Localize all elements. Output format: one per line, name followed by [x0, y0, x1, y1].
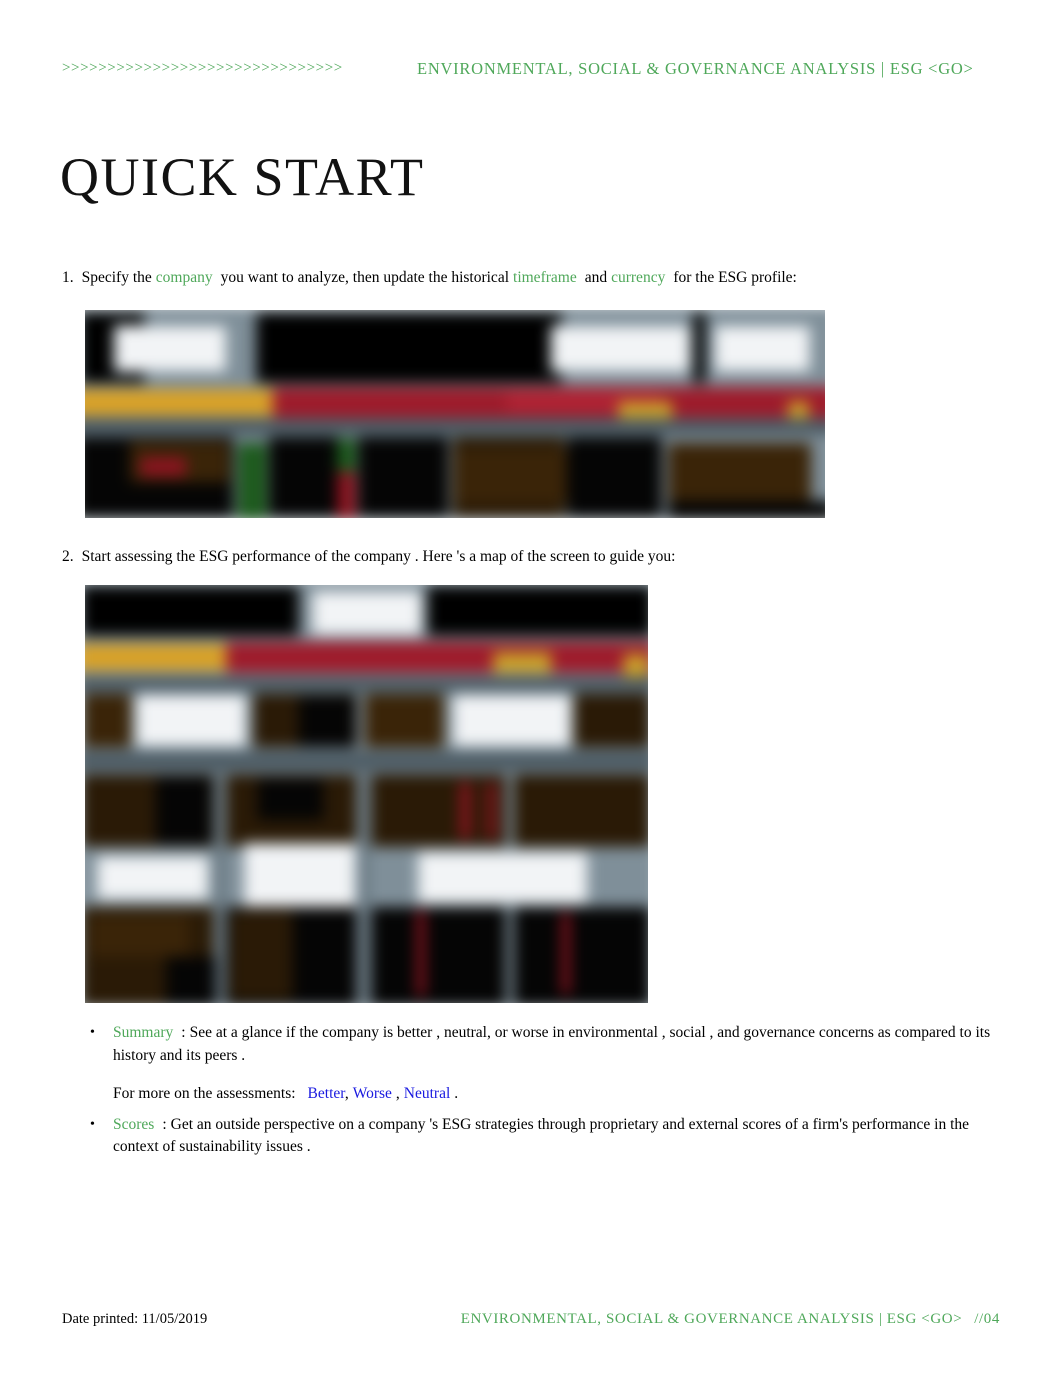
step-number: 1. [62, 269, 74, 286]
assessments-note: For more on the assessments: Better, Worse… [88, 1083, 998, 1106]
link-sep-2: , [395, 1085, 400, 1102]
assessments-period: . [454, 1085, 459, 1102]
bullet-dot-icon: • [90, 1025, 95, 1040]
step-number: 2. [62, 548, 74, 565]
footer-date-printed: Date printed: 11/05/2019 [62, 1311, 208, 1327]
bullet-label-summary: Summary [113, 1024, 174, 1041]
bullet-list: • Summary: See at a glance if the company … [88, 1022, 998, 1159]
figure-terminal-screenshot-2 [85, 585, 648, 1003]
bullet-item-scores: • Scores: Get an outside perspective on a … [88, 1114, 998, 1159]
document-page: >>>>>>>>>>>>>>>>>>>>>>>>>>>>>>> ENVIRONM… [0, 0, 1062, 1376]
footer-title: ENVIRONMENTAL, SOCIAL & GOVERNANCE ANALY… [460, 1311, 963, 1327]
step-keyword-company: company [155, 269, 213, 286]
step-keyword-currency: currency [611, 269, 666, 286]
header-title: ENVIRONMENTAL, SOCIAL & GOVERNANCE ANALY… [417, 59, 974, 78]
bullet-text-summary: See at a glance if the company is better… [113, 1024, 991, 1064]
link-worse[interactable]: Worse [353, 1085, 392, 1102]
step-text-part2: you want to analyze, then update the his… [220, 269, 510, 286]
step-keyword-timeframe: timeframe [513, 269, 577, 286]
assessments-lead: For more on the assessments: [113, 1085, 296, 1102]
step-text-part3: and [584, 269, 608, 286]
figure-1-content [85, 310, 825, 518]
link-neutral[interactable]: Neutral [404, 1085, 450, 1102]
bullet-separator: : [181, 1024, 186, 1041]
footer-page-number: //04 [974, 1311, 1000, 1327]
bullet-separator: : [162, 1115, 167, 1133]
bullet-item-summary: • Summary: See at a glance if the company … [88, 1022, 998, 1067]
bullet-label-scores: Scores [113, 1115, 155, 1133]
header-arrow-rule: >>>>>>>>>>>>>>>>>>>>>>>>>>>>>>> [62, 60, 343, 76]
bullet-dot-icon: • [90, 1116, 95, 1132]
link-sep-1: , [344, 1085, 349, 1102]
step-text-part1: Specify the [81, 269, 152, 286]
step-item-1: 1. Specify the company you want to analyze,… [62, 267, 797, 289]
bullet-text-scores: Get an outside perspective on a company … [113, 1115, 970, 1156]
step-text: Start assessing the ESG performance of t… [81, 548, 676, 565]
step-item-2: 2. Start assessing the ESG performance of… [62, 546, 675, 568]
figure-2-content [85, 585, 648, 1003]
page-title: QUICK START [60, 147, 425, 207]
step-text-part4: for the ESG profile: [673, 269, 797, 286]
document-footer: Date printed: 11/05/2019 ENVIRONMENTAL, … [62, 1309, 1000, 1333]
document-header: >>>>>>>>>>>>>>>>>>>>>>>>>>>>>>> ENVIRONM… [62, 58, 1000, 84]
link-better[interactable]: Better [308, 1085, 345, 1102]
figure-terminal-screenshot-1 [85, 310, 825, 518]
footer-title-group: ENVIRONMENTAL, SOCIAL & GOVERNANCE ANALY… [461, 1309, 1000, 1329]
